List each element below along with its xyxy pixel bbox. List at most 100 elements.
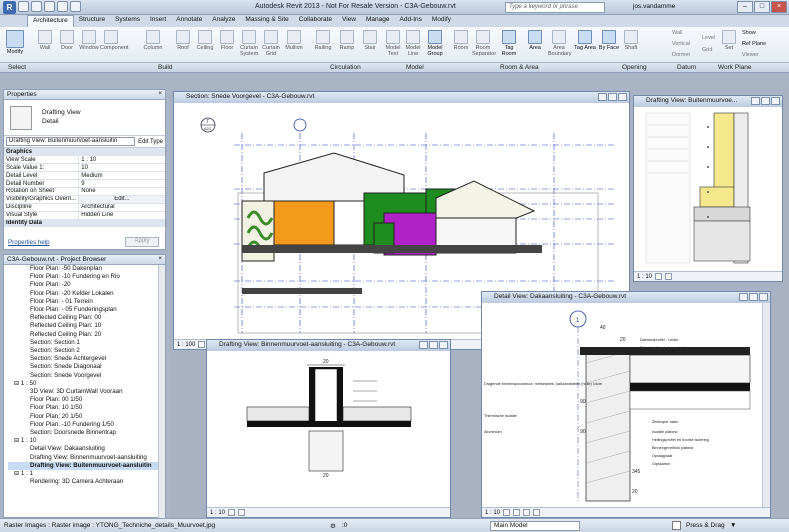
tool-room-button[interactable]: Room [450,30,472,51]
foundation-slab[interactable] [242,288,362,294]
view-minimize-button[interactable] [751,97,760,105]
redo-icon[interactable] [57,1,68,12]
detail-drawing[interactable]: 1 40 20 90 90 345 20 Dragende binnenspou… [482,303,760,508]
detail-level-icon[interactable] [503,509,511,516]
property-value[interactable]: 10 [78,163,165,173]
tree-item[interactable]: Floor Plan: -10 Fundering en Rio [8,273,165,281]
tab-insert[interactable]: Insert [145,15,171,27]
tab-analyze[interactable]: Analyze [207,15,240,27]
tree-item[interactable]: Floor Plan: - 05 Funderingsplan [8,306,165,314]
view-restore-button[interactable] [749,293,758,301]
tab-view[interactable]: View [337,15,361,27]
tree-item[interactable]: Floor Plan: 10 1/50 [8,404,165,412]
collapse-icon[interactable]: ⊟ [14,437,21,444]
tab-modify[interactable]: Modify [427,15,456,27]
ceiling-zone[interactable] [629,390,751,410]
view-close-button[interactable] [439,341,448,349]
tool-stair-button[interactable]: Stair [359,30,381,51]
sun-path-icon[interactable] [523,509,531,516]
tree-item[interactable]: Section: Section 1 [8,339,165,347]
set-workplane-button[interactable]: Set [718,30,740,51]
property-row[interactable]: Graphics [4,148,165,157]
right-floor-slab[interactable] [342,406,412,422]
left-floor-slab[interactable] [246,406,310,422]
view-scale[interactable]: 1 : 10 [637,274,652,280]
maximize-button[interactable]: □ [754,1,770,13]
press-drag-checkbox[interactable] [672,521,681,530]
tree-item[interactable]: Detail View: Dakaansluiting [8,445,165,453]
detail-scrollbar[interactable] [762,303,770,509]
property-value[interactable]: Architectural [78,203,165,212]
dormer-button[interactable]: Dormer [672,52,690,58]
tool-ramp-button[interactable]: Ramp [336,30,358,51]
visual-style-icon[interactable] [238,509,246,516]
tool-roof-button[interactable]: Roof [172,30,194,51]
tool-wall-button[interactable]: Wall [34,30,56,51]
tool-area-button[interactable]: Area [524,30,546,51]
tool-curtain-system-button[interactable]: Curtain System [238,30,260,57]
tool-floor-button[interactable]: Floor [216,30,238,51]
show-workplane-button[interactable]: Show [742,30,756,36]
white-room[interactable] [333,200,365,246]
tree-item[interactable]: Drafting View: Binnenmuurvoet-aansluitin… [8,454,165,462]
tool-by-face-button[interactable]: By Face [598,30,620,51]
tab-massing-site[interactable]: Massing & Site [240,15,293,27]
tool-curtain-grid-button[interactable]: Curtain Grid [260,30,282,57]
open-icon[interactable] [18,1,29,12]
roof-structure[interactable] [630,383,750,391]
property-group[interactable]: Identity Data [4,219,165,228]
panel-room-area[interactable]: Room & Area [500,64,539,71]
property-value[interactable]: Medium [78,171,165,181]
edit-type-button[interactable]: Edit Type [138,139,163,145]
tab-add-ins[interactable]: Add-Ins [395,15,427,27]
tree-item[interactable]: Section: Snede Achtergevel [8,355,165,363]
tab-architecture[interactable]: Architecture [27,15,74,27]
property-row[interactable]: Identity Data [4,219,165,228]
drafting-view-right-window[interactable]: Drafting View: Buitenmuurvoe... 1 : 10 [633,95,783,282]
visual-style-icon[interactable] [513,509,521,516]
tree-item[interactable]: Floor Plan: 20 1/50 [8,413,165,421]
revit-logo-icon[interactable]: R [3,1,16,14]
property-group[interactable]: Graphics [4,148,165,157]
collapse-icon[interactable]: ⊟ [14,380,21,387]
save-icon[interactable] [31,1,42,12]
view-close-button[interactable] [618,93,627,101]
detail-level-icon[interactable] [228,509,236,516]
tree-item[interactable]: Section: Snede Voorgevel [8,372,165,380]
floor-slab[interactable] [242,245,542,253]
tool-tag-room-button[interactable]: Tag Room [498,30,520,57]
tree-group[interactable]: ⊟ 1 : 10 [8,437,165,445]
orange-room[interactable] [273,200,335,246]
view-scale[interactable]: 1 : 10 [485,510,500,516]
insulation-foot[interactable] [699,186,735,208]
type-selector[interactable]: Drafting View Detail [4,100,165,136]
apply-button[interactable]: Apply [125,237,159,247]
tool-door-button[interactable]: Door [56,30,78,51]
tree-item[interactable]: Drafting View: Buitenmuurvoet-aansluitin [8,461,165,471]
tree-group[interactable]: ⊟ 1 : 50 [8,380,165,388]
property-value[interactable]: None [78,187,165,196]
drafting-view-bottom-window[interactable]: Drafting View: Binnenmuurvoet-aansluitin… [206,339,451,518]
grid-button[interactable]: Grid [702,47,712,53]
close-icon[interactable]: × [158,255,162,262]
tool-model-line-button[interactable]: Model Line [402,30,424,57]
view-minimize-button[interactable] [419,341,428,349]
property-value[interactable]: Edit... [78,195,165,204]
level-button[interactable]: Level [702,35,715,41]
filter-icon[interactable]: ▼ [730,522,736,529]
foundation-block[interactable] [693,220,751,262]
property-row[interactable]: Discipline Architectural [4,203,165,212]
tool-area-boundary-button[interactable]: Area Boundary [548,30,572,57]
grid-bubble-icon[interactable] [293,118,307,132]
tab-structure[interactable]: Structure [74,15,110,27]
property-row[interactable]: Visual Style Hidden Line [4,211,165,220]
view-scale[interactable]: 1 : 10 [210,510,225,516]
tree-item[interactable]: Section: Section 2 [8,347,165,355]
tree-item[interactable]: Floor Plan: -50 Dakenplan [8,265,165,273]
tree-item[interactable]: Reflected Ceiling Plan: 00 [8,314,165,322]
view-close-button[interactable] [771,97,780,105]
drafting-right-drawing[interactable] [634,107,782,272]
roof-insulation[interactable] [629,354,751,384]
tree-item[interactable]: Section: Doorsnede Binnentrap [8,429,165,437]
property-row[interactable]: Visibility/Graphics Overri... Edit... [4,195,165,204]
